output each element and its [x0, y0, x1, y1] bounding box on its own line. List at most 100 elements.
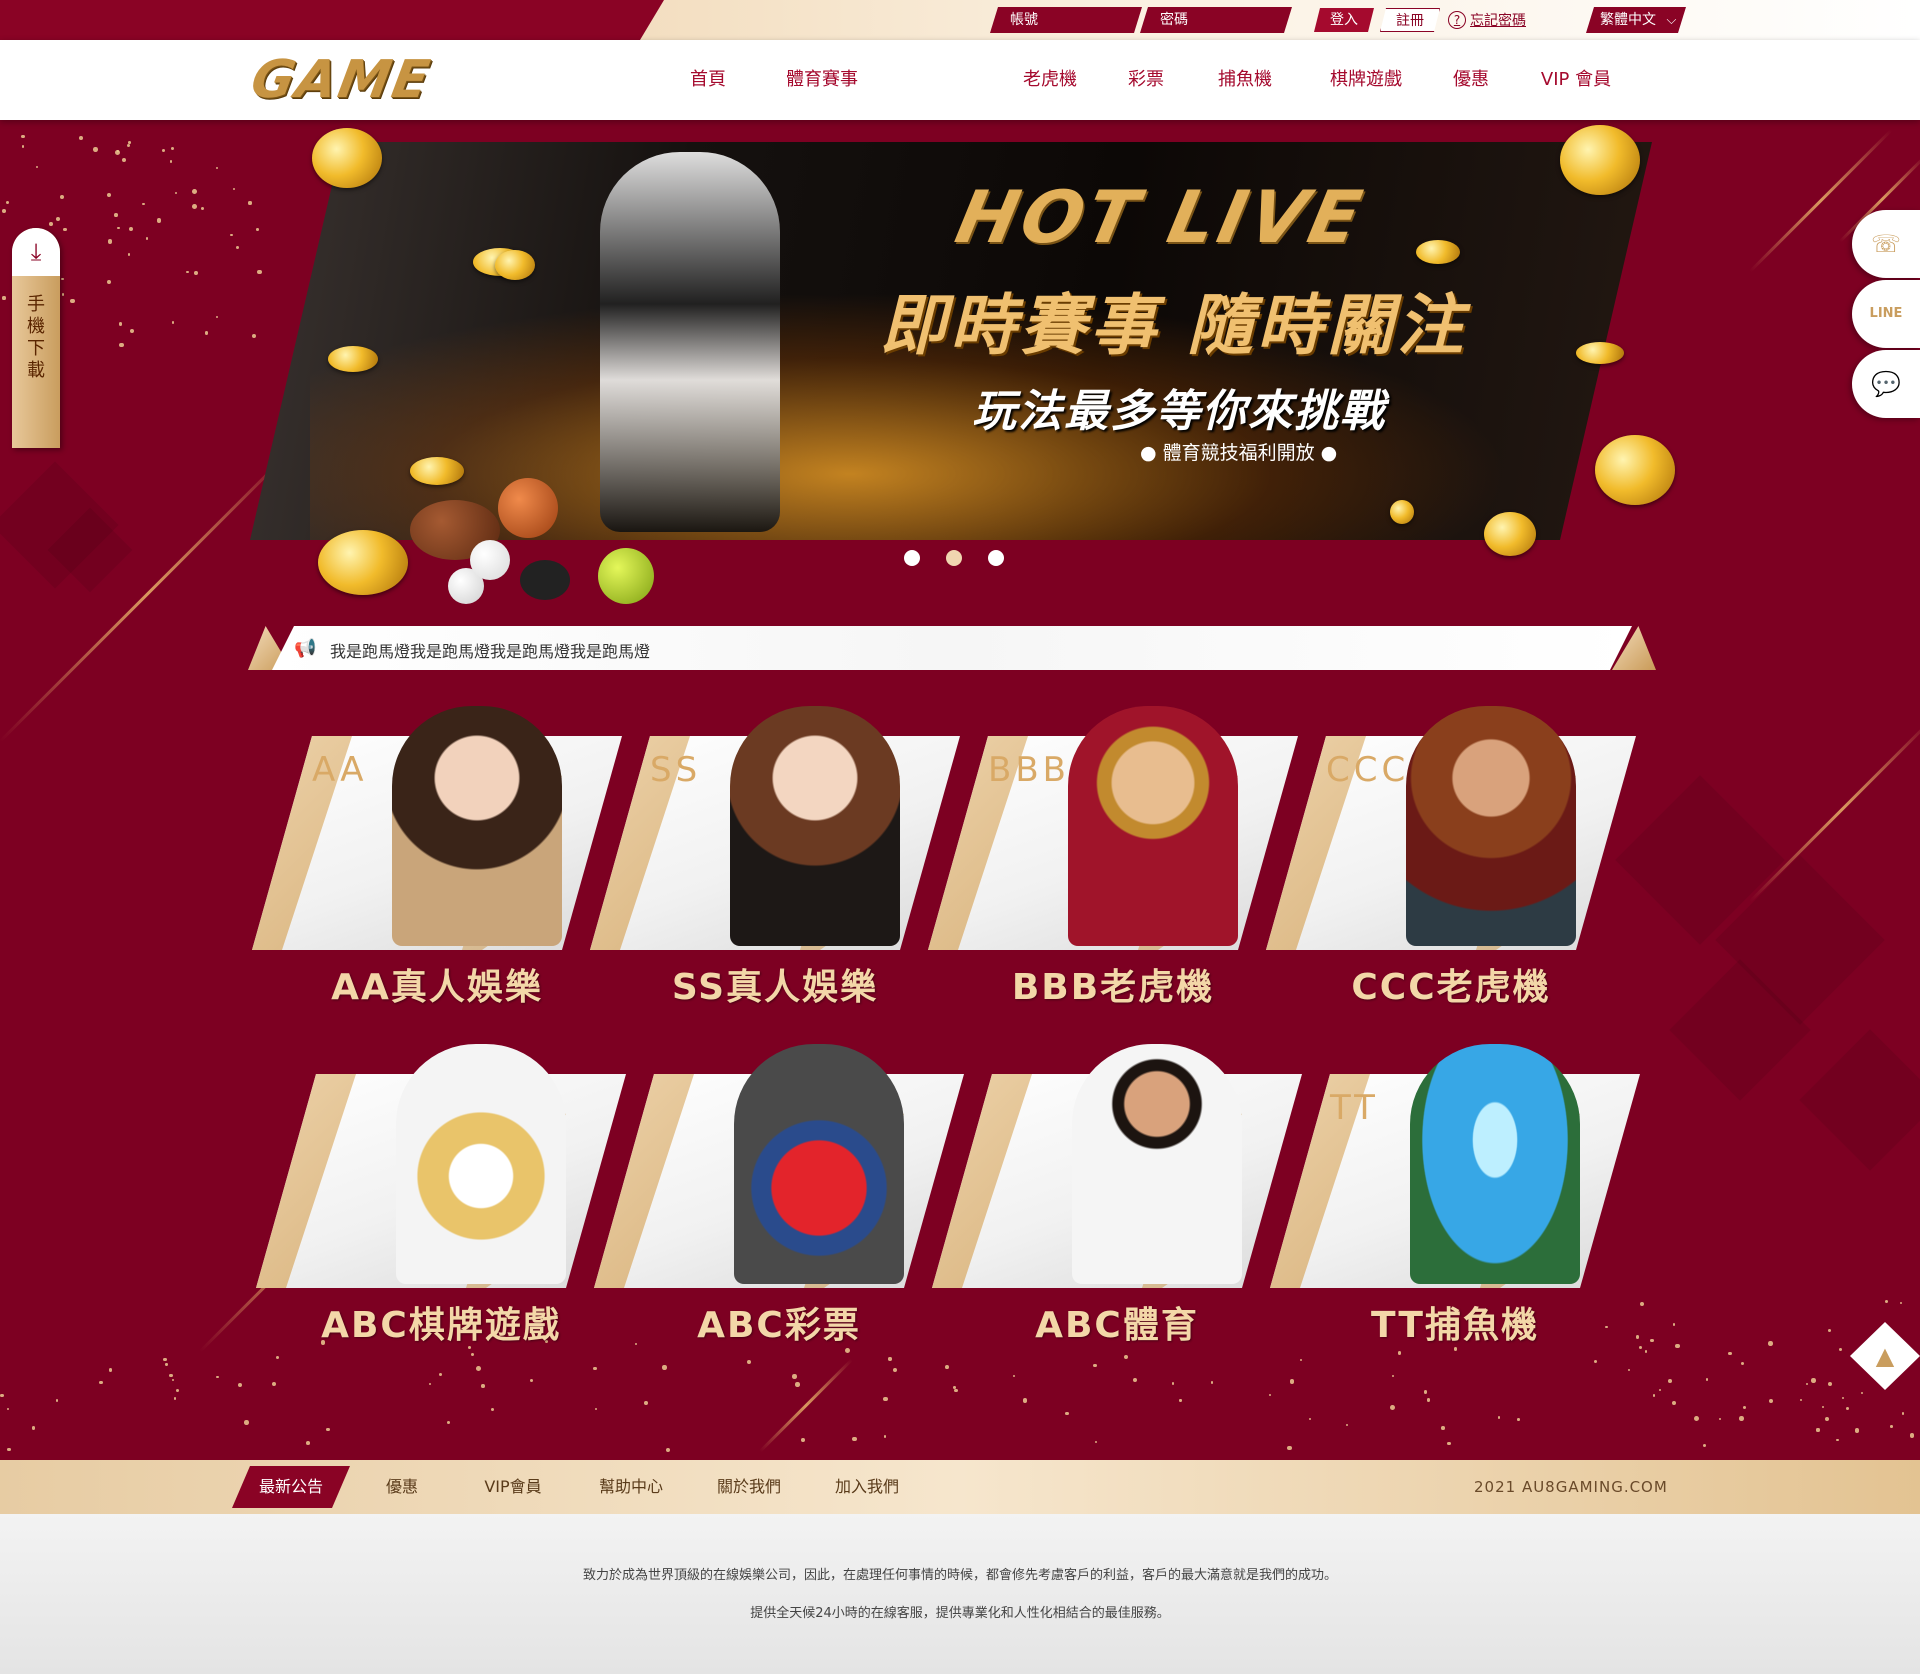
sparkle — [1268, 1394, 1272, 1397]
sparkle — [1839, 1347, 1843, 1351]
footer-nav-item-1[interactable]: 最新公告 — [232, 1460, 350, 1514]
sparkle — [1842, 1396, 1845, 1399]
sparkle — [1739, 1415, 1745, 1421]
sparkle — [1094, 1440, 1097, 1443]
footer-nav-item-2[interactable]: 優惠 — [350, 1460, 454, 1514]
banner-pagination — [904, 550, 1004, 566]
game-card[interactable]: AA AA真人娛樂 — [252, 706, 622, 1008]
game-abbr: CCC — [1326, 750, 1410, 790]
sparkle — [21, 145, 25, 148]
game-card[interactable]: ABC棋牌遊戲 — [256, 1044, 626, 1346]
sparkle — [1860, 1391, 1863, 1394]
sparkle — [800, 1438, 805, 1443]
marquee-text[interactable]: 我是跑馬燈我是跑馬燈我是跑馬燈我是跑馬燈 — [330, 638, 650, 662]
language-select[interactable]: 繁體中文 ⌵ — [1586, 7, 1686, 33]
mobile-download-char: 機 — [27, 316, 45, 337]
sparkle — [1828, 1329, 1832, 1333]
sparkle — [1672, 1323, 1676, 1326]
sparkle — [644, 1401, 649, 1405]
account-input[interactable] — [990, 7, 1142, 33]
nav-item-1[interactable]: 首頁 — [660, 40, 756, 120]
sparkle — [1013, 1374, 1016, 1377]
sparkle — [191, 188, 197, 194]
sparkle — [1299, 1358, 1303, 1362]
game-card[interactable]: BBB BBB老虎機 — [928, 706, 1298, 1008]
game-card[interactable]: TT TT捕魚機 — [1270, 1044, 1640, 1346]
sparkle — [229, 233, 233, 237]
forgot-password-link[interactable]: ? 忘記密碼 — [1448, 9, 1526, 31]
sparkle — [1836, 1438, 1839, 1442]
footer-bar: 最新公告 優惠 VIP會員 幫助中心 關於我們 加入我們 2021 AU8GAMING.C… — [0, 1460, 1920, 1514]
arrow-up-icon: ▲ — [1875, 1342, 1895, 1370]
nav-item-7[interactable]: 棋牌遊戲 — [1302, 40, 1430, 120]
sparkle — [593, 1366, 597, 1371]
sparkle — [276, 1356, 280, 1360]
download-icon: ⤓ — [12, 228, 60, 276]
game-card[interactable]: SS SS真人娛樂 — [590, 706, 960, 1008]
footer-nav-item-6[interactable]: 加入我們 — [808, 1460, 926, 1514]
sparkle — [1133, 1377, 1138, 1382]
banner-dot-2[interactable] — [946, 550, 962, 566]
sparkle — [0, 1393, 4, 1397]
sparkle — [108, 239, 113, 244]
game-card[interactable]: ABC體育 — [932, 1044, 1302, 1346]
footer-nav-item-3[interactable]: VIP會員 — [454, 1460, 572, 1514]
sparkle — [216, 1376, 219, 1379]
sparkle — [162, 148, 166, 153]
game-card[interactable]: CCC CCC老虎機 — [1266, 706, 1636, 1008]
line-button[interactable]: LINE — [1852, 280, 1920, 348]
sparkle — [109, 1368, 113, 1372]
nav-item-label: 首頁 — [690, 69, 726, 90]
nav-item-4[interactable]: 老虎機 — [996, 40, 1104, 120]
nav-item-2[interactable]: 體育賽事 — [756, 40, 888, 120]
nav-item-5[interactable]: 彩票 — [1104, 40, 1188, 120]
sparkle — [256, 228, 259, 231]
banner-dot-1[interactable] — [904, 550, 920, 566]
sparkle — [852, 1437, 857, 1442]
mobile-download-label: 手機下載 — [24, 294, 48, 382]
game-artwork — [1410, 1044, 1580, 1284]
nav-item-6[interactable]: 捕魚機 — [1188, 40, 1302, 120]
sparkle — [892, 1367, 897, 1372]
sparkle — [194, 270, 198, 275]
sparkle — [119, 342, 124, 348]
mobile-download-char: 下 — [27, 338, 45, 359]
sparkle — [1702, 1444, 1706, 1448]
sparkle — [1389, 1404, 1395, 1410]
sparkle — [70, 298, 75, 304]
sparkle — [233, 188, 236, 191]
game-card[interactable]: ABC彩票 — [594, 1044, 964, 1346]
sparkle — [594, 1407, 597, 1410]
sparkle — [481, 1384, 485, 1388]
sparkle — [145, 237, 149, 240]
sparkle — [845, 1348, 851, 1354]
sparkle — [1884, 1300, 1888, 1304]
support-24h-button[interactable]: ☏ — [1852, 210, 1920, 278]
sparkle — [248, 201, 252, 205]
nav-item-8[interactable]: 優惠 — [1430, 40, 1512, 120]
footer-nav-item-4[interactable]: 幫助中心 — [572, 1460, 690, 1514]
sparkle — [6, 201, 10, 205]
wechat-button[interactable]: 💬 — [1852, 350, 1920, 418]
sparkle — [271, 1381, 277, 1387]
sparkle — [665, 1447, 671, 1452]
footer-nav-item-5[interactable]: 關於我們 — [690, 1460, 808, 1514]
register-button[interactable]: 註冊 — [1380, 8, 1440, 32]
sparkle — [114, 149, 120, 155]
nav-item-label: 體育賽事 — [786, 69, 858, 90]
banner-dot-3[interactable] — [988, 550, 1004, 566]
back-to-top-button[interactable]: ▲ — [1850, 1322, 1920, 1390]
sparkle — [1890, 1425, 1894, 1428]
login-button[interactable]: 登入 — [1314, 8, 1374, 32]
sparkle — [200, 207, 204, 211]
nav-item-9[interactable]: VIP 會員 — [1512, 40, 1640, 120]
nav-item-3[interactable]: 真人娛樂 — [888, 40, 996, 120]
nav-item-label: 棋牌遊戲 — [1330, 69, 1402, 90]
sparkle — [204, 331, 209, 335]
footer-service-text: 提供全天候24小時的在線客服，提供專業化和人性化相結合的最佳服務。 — [750, 1606, 1170, 1621]
site-logo[interactable]: GAME — [247, 50, 436, 110]
password-input[interactable] — [1140, 7, 1292, 33]
mobile-download-tab[interactable]: ⤓ 手機下載 — [12, 228, 60, 448]
game-title: TT捕魚機 — [1371, 1305, 1539, 1346]
sparkle — [1210, 1380, 1214, 1384]
